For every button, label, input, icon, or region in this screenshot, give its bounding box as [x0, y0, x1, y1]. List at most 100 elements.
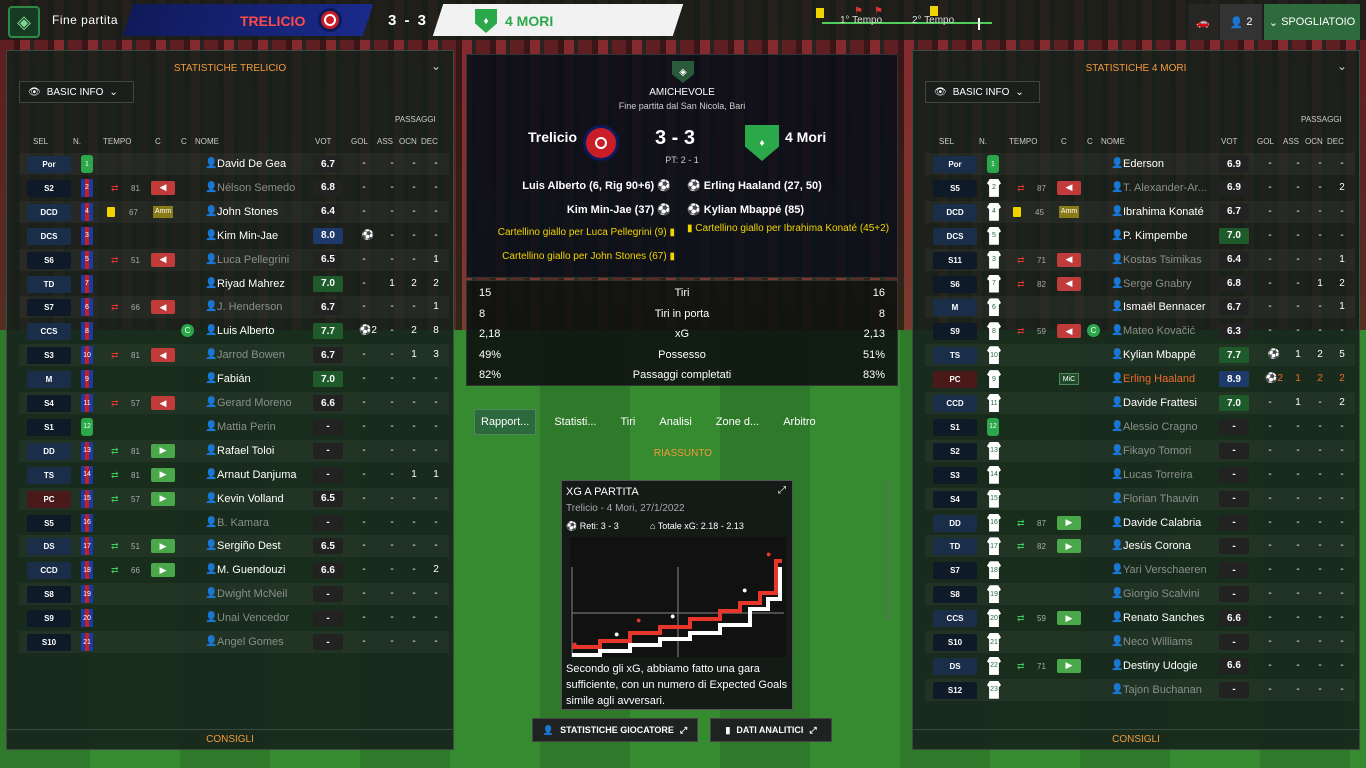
column-header-sel[interactable]: SEL: [33, 137, 48, 146]
analytics-button[interactable]: ▮ DATI ANALITICI ⤢: [710, 718, 832, 742]
sub-in-arrow-icon[interactable]: ▶: [1057, 515, 1081, 530]
player-name[interactable]: Mattia Perin: [217, 421, 317, 433]
player-stats-button[interactable]: 👤 STATISTICHE GIOCATORE ⤢: [532, 718, 698, 742]
player-row[interactable]: Por 1 👤 David De Gea 6.7 - - - -: [19, 153, 449, 175]
player-row[interactable]: S10 21 👤 Neco Williams - - - - -: [925, 631, 1355, 653]
player-row[interactable]: CCS 20 ⇄ 59 ▶ 👤 Renato Sanches 6.6 - - - -: [925, 607, 1355, 629]
sub-in-arrow-icon[interactable]: ▶: [151, 539, 175, 554]
sub-in-arrow-icon[interactable]: ▶: [1057, 611, 1081, 626]
player-name[interactable]: Alessio Cragno: [1123, 421, 1223, 433]
player-row[interactable]: S6 7 ⇄ 82 ◀ 👤 Serge Gnabry 6.8 - - 1 2: [925, 273, 1355, 295]
away-team-name[interactable]: 4 MORI: [505, 13, 553, 29]
player-row[interactable]: S3 14 👤 Lucas Torreira - - - - -: [925, 464, 1355, 486]
player-name[interactable]: Giorgio Scalvini: [1123, 588, 1223, 600]
sub-out-arrow-icon[interactable]: ◀: [1057, 252, 1081, 267]
player-row[interactable]: S2 13 👤 Fikayo Tomori - - - - -: [925, 439, 1355, 462]
player-row[interactable]: S8 19 👤 Dwight McNeil - - - - -: [19, 583, 449, 606]
player-name[interactable]: Ibrahima Konaté: [1123, 206, 1223, 218]
player-name[interactable]: Dwight McNeil: [217, 588, 317, 600]
player-row[interactable]: S7 6 ⇄ 66 ◀ 👤 J. Henderson 6.7 - - - 1: [19, 296, 449, 319]
sub-in-arrow-icon[interactable]: ▶: [1057, 658, 1081, 673]
player-row[interactable]: DCD 4 67 Amm 👤 John Stones 6.4 - - - -: [19, 200, 449, 223]
player-row[interactable]: S9 8 ⇄ 59 ◀ C 👤 Mateo Kovačić 6.3 - - - -: [925, 320, 1355, 342]
player-name[interactable]: Ederson: [1123, 158, 1223, 170]
column-header-c[interactable]: C: [1061, 137, 1067, 146]
player-row[interactable]: PC 15 ⇄ 57 ▶ 👤 Kevin Volland 6.5 - - - -: [19, 487, 449, 510]
sub-in-arrow-icon[interactable]: ▶: [1057, 539, 1081, 554]
player-row[interactable]: CCD 18 ⇄ 66 ▶ 👤 M. Guendouzi 6.6 - - - 2: [19, 559, 449, 581]
player-row[interactable]: DCS 3 👤 Kim Min-Jae 8.0 ⚽ - - -: [19, 225, 449, 247]
player-name[interactable]: Renato Sanches: [1123, 612, 1223, 624]
player-row[interactable]: DD 16 ⇄ 87 ▶ 👤 Davide Calabria - - - - -: [925, 512, 1355, 534]
column-header-nome[interactable]: NOME: [1101, 137, 1125, 146]
player-row[interactable]: TD 7 👤 Riyad Mahrez 7.0 - 1 2 2: [19, 273, 449, 295]
home-team-label[interactable]: Trelicio: [528, 129, 577, 145]
player-row[interactable]: DS 22 ⇄ 71 ▶ 👤 Destiny Udogie 6.6 - - - -: [925, 655, 1355, 677]
player-row[interactable]: S5 2 ⇄ 87 ◀ 👤 T. Alexander-Ar... 6.9 - - - 2: [925, 177, 1355, 199]
away-team-label[interactable]: 4 Mori: [785, 129, 826, 145]
player-name[interactable]: Unai Vencedor: [217, 612, 317, 624]
player-row[interactable]: DCS 5 👤 P. Kimpembe 7.0 - - - -: [925, 225, 1355, 247]
column-header-gol[interactable]: GOL: [1257, 137, 1274, 146]
player-name[interactable]: Arnaut Danjuma: [217, 469, 317, 481]
player-name[interactable]: T. Alexander-Ar...: [1123, 182, 1223, 194]
player-name[interactable]: Erling Haaland: [1123, 373, 1223, 385]
player-name[interactable]: Davide Calabria: [1123, 517, 1223, 529]
column-header-gol[interactable]: GOL: [351, 137, 368, 146]
column-header-passaggi[interactable]: PASSAGGI: [1301, 115, 1342, 124]
chevron-down-icon[interactable]: ⌄: [431, 59, 441, 73]
away-consigli-footer[interactable]: CONSIGLI: [913, 729, 1359, 749]
player-name[interactable]: Sergiño Dest: [217, 540, 317, 552]
player-row[interactable]: S2 2 ⇄ 81 ◀ 👤 Nélson Semedo 6.8 - - - -: [19, 177, 449, 199]
column-header-n[interactable]: N.: [979, 137, 987, 146]
column-header-tempo[interactable]: TEMPO: [103, 137, 131, 146]
player-name[interactable]: Fikayo Tomori: [1123, 445, 1223, 457]
player-row[interactable]: S6 5 ⇄ 51 ◀ 👤 Luca Pellegrini 6.5 - - - 1: [19, 248, 449, 271]
home-team-name[interactable]: TRELICIO: [240, 13, 305, 29]
tab-3[interactable]: Analisi: [653, 410, 697, 434]
spogliatoio-button[interactable]: ⌄ SPOGLIATOIO: [1264, 4, 1360, 40]
tab-2[interactable]: Tiri: [615, 410, 642, 434]
player-row[interactable]: Por 1 👤 Ederson 6.9 - - - -: [925, 153, 1355, 175]
player-name[interactable]: Rafael Toloi: [217, 445, 317, 457]
column-header-ass[interactable]: ASS: [1283, 137, 1299, 146]
sub-out-arrow-icon[interactable]: ◀: [151, 348, 175, 363]
player-row[interactable]: TD 17 ⇄ 82 ▶ 👤 Jesús Corona - - - - -: [925, 535, 1355, 558]
column-header-ass[interactable]: ASS: [377, 137, 393, 146]
player-row[interactable]: S8 19 👤 Giorgio Scalvini - - - - -: [925, 583, 1355, 606]
chevron-down-icon[interactable]: ⌄: [1337, 59, 1347, 73]
basic-info-dropdown[interactable]: 👁 BASIC INFO ⌄: [925, 81, 1040, 103]
column-header-tempo[interactable]: TEMPO: [1009, 137, 1037, 146]
player-row[interactable]: DD 13 ⇄ 81 ▶ 👤 Rafael Toloi - - - - -: [19, 439, 449, 462]
player-name[interactable]: Kostas Tsimikas: [1123, 254, 1223, 266]
column-header-dec[interactable]: DEC: [421, 137, 438, 146]
column-header-c[interactable]: C: [155, 137, 161, 146]
player-name[interactable]: Serge Gnabry: [1123, 278, 1223, 290]
player-name[interactable]: Destiny Udogie: [1123, 660, 1223, 672]
column-header-c2[interactable]: C: [181, 137, 187, 146]
tab-4[interactable]: Zone d...: [710, 410, 765, 434]
player-row[interactable]: TS 14 ⇄ 81 ▶ 👤 Arnaut Danjuma - - -1 1: [19, 464, 449, 486]
tab-1[interactable]: Statisti...: [548, 410, 602, 434]
player-name[interactable]: Gerard Moreno: [217, 397, 317, 409]
people-button[interactable]: 👤 2: [1220, 4, 1262, 40]
column-header-c2[interactable]: C: [1087, 137, 1093, 146]
basic-info-dropdown[interactable]: 👁 BASIC INFO ⌄: [19, 81, 134, 103]
sub-out-arrow-icon[interactable]: ◀: [1057, 180, 1081, 195]
player-name[interactable]: B. Kamara: [217, 517, 317, 529]
player-name[interactable]: Fabián: [217, 373, 317, 385]
column-header-dec[interactable]: DEC: [1327, 137, 1344, 146]
club-logo-icon[interactable]: ◈: [8, 6, 40, 38]
player-name[interactable]: Yari Verschaeren: [1123, 564, 1223, 576]
sub-in-arrow-icon[interactable]: ▶: [151, 443, 175, 458]
player-row[interactable]: S4 11 ⇄ 57 ◀ 👤 Gerard Moreno 6.6 - - - -: [19, 392, 449, 414]
player-row[interactable]: M 9 👤 Fabián 7.0 - - - -: [19, 368, 449, 390]
sub-out-arrow-icon[interactable]: ◀: [151, 300, 175, 315]
column-header-nome[interactable]: NOME: [195, 137, 219, 146]
sub-out-arrow-icon[interactable]: ◀: [1057, 276, 1081, 291]
column-header-passaggi[interactable]: PASSAGGI: [395, 115, 436, 124]
sub-out-arrow-icon[interactable]: ◀: [151, 180, 175, 195]
player-name[interactable]: Ismaël Bennacer: [1123, 301, 1223, 313]
player-row[interactable]: S9 20 👤 Unai Vencedor - - - - -: [19, 607, 449, 629]
player-row[interactable]: S3 10 ⇄ 81 ◀ 👤 Jarrod Bowen 6.7 - - 1 3: [19, 344, 449, 367]
